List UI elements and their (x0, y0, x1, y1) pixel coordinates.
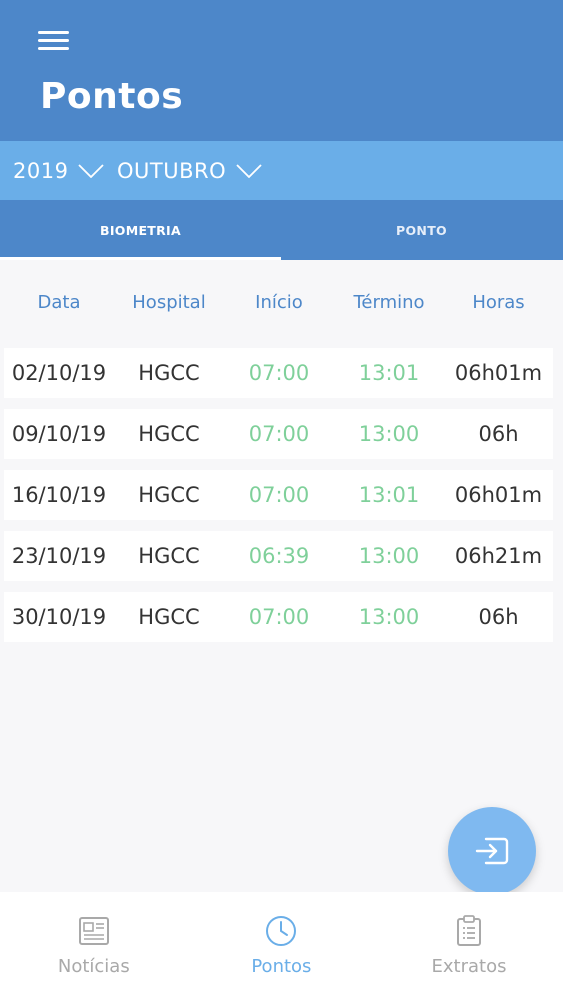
cell-hours: 06h01m (454, 483, 543, 507)
page-title: Pontos (40, 76, 184, 117)
table-row[interactable]: 30/10/19 HGCC 07:00 13:00 06h (4, 592, 553, 642)
nav-label-noticias: Notícias (57, 956, 130, 977)
cell-hospital: HGCC (138, 544, 200, 568)
cell-end: 13:01 (358, 483, 420, 507)
filter-bar: 2019 OUTUBRO (0, 141, 563, 200)
cell-date: 30/10/19 (11, 605, 107, 629)
exit-icon (475, 837, 509, 865)
menu-icon[interactable] (38, 28, 70, 54)
nav-label-pontos: Pontos (251, 956, 312, 977)
column-header-inicio: Início (255, 291, 303, 313)
cell-hours: 06h (478, 605, 519, 629)
cell-end: 13:00 (358, 422, 420, 446)
column-header-termino: Término (353, 291, 425, 313)
cell-hospital: HGCC (138, 483, 200, 507)
chevron-down-icon (236, 163, 262, 178)
exit-button[interactable] (448, 807, 536, 895)
cell-date: 16/10/19 (11, 483, 107, 507)
bottom-nav: Notícias Pontos Extratos (0, 892, 563, 1000)
nav-extratos[interactable]: Extratos (375, 892, 563, 1000)
app-header: Pontos (0, 0, 563, 141)
cell-start: 07:00 (248, 361, 310, 385)
month-value: OUTUBRO (117, 158, 227, 183)
cell-hospital: HGCC (138, 422, 200, 446)
cell-start: 07:00 (248, 605, 310, 629)
year-value: 2019 (13, 158, 69, 183)
cell-date: 02/10/19 (11, 361, 107, 385)
nav-noticias[interactable]: Notícias (0, 892, 188, 1000)
cell-hours: 06h (478, 422, 519, 446)
year-dropdown[interactable]: 2019 (13, 141, 105, 200)
column-header-hospital: Hospital (132, 291, 206, 313)
nav-pontos[interactable]: Pontos (188, 892, 376, 1000)
tab-ponto[interactable]: PONTO (281, 200, 562, 260)
cell-start: 07:00 (248, 483, 310, 507)
tab-biometria[interactable]: BIOMETRIA (0, 200, 281, 260)
newspaper-icon (78, 917, 109, 945)
cell-date: 23/10/19 (11, 544, 107, 568)
cell-start: 06:39 (248, 544, 310, 568)
clock-icon (266, 916, 297, 946)
cell-end: 13:00 (358, 605, 420, 629)
cell-date: 09/10/19 (11, 422, 107, 446)
column-header-data: Data (37, 291, 81, 313)
chevron-down-icon (78, 163, 105, 178)
tab-bar: BIOMETRIA PONTO (0, 200, 563, 260)
cell-hospital: HGCC (138, 605, 200, 629)
table-row[interactable]: 16/10/19 HGCC 07:00 13:01 06h01m (4, 470, 553, 520)
column-header-horas: Horas (472, 291, 525, 313)
cell-start: 07:00 (248, 422, 310, 446)
cell-hours: 06h21m (454, 544, 543, 568)
table-header: Data Hospital Início Término Horas (4, 282, 553, 322)
table-body: 02/10/19 HGCC 07:00 13:01 06h01m 09/10/1… (4, 348, 553, 653)
table-row[interactable]: 23/10/19 HGCC 06:39 13:00 06h21m (4, 531, 553, 581)
cell-end: 13:01 (358, 361, 420, 385)
month-dropdown[interactable]: OUTUBRO (117, 141, 262, 200)
nav-label-extratos: Extratos (431, 956, 507, 977)
table-row[interactable]: 09/10/19 HGCC 07:00 13:00 06h (4, 409, 553, 459)
clipboard-icon (456, 915, 481, 946)
cell-hours: 06h01m (454, 361, 543, 385)
cell-end: 13:00 (358, 544, 420, 568)
table-row[interactable]: 02/10/19 HGCC 07:00 13:01 06h01m (4, 348, 553, 398)
cell-hospital: HGCC (138, 361, 200, 385)
